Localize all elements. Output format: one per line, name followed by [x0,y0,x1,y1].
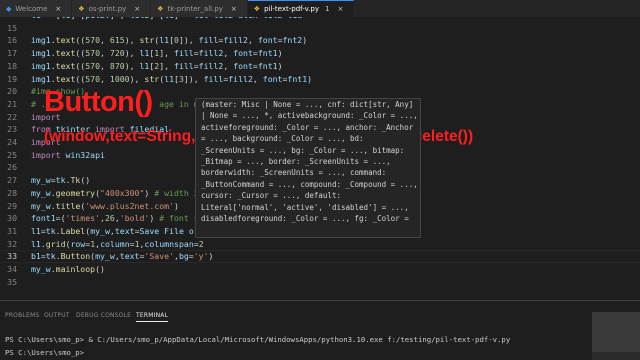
code-text: my_w=tk.Tk() [31,175,91,186]
hover-signature-line: cursor: _Cursor = ..., default: [201,191,341,201]
code-text: img1.text((570, 615), str(l1[0]), fill=f… [31,35,308,46]
hover-signature-line: Literal['normal', 'active', 'disabled'] … [201,202,409,212]
line-number: 18 [7,60,17,71]
hover-signature-line: (master: Misc | None = ..., cnf: dict[st… [201,100,414,109]
line-number: 22 [7,111,17,122]
line-number: 24 [7,137,17,147]
terminal-line-command: PS C:\Users\smo_p> & C:/Users/smo_p/AppD… [5,335,511,344]
line-number: 30 [7,213,17,224]
line-number: 16 [7,35,17,46]
line-number: 21 [7,98,17,109]
code-text: img1.text((570, 720), l1[1], fill=fill2,… [31,48,283,59]
code-text: import win32api [31,149,105,160]
code-line[interactable]: 19 img1.text((570, 1000), str(l1[3]), fil… [0,73,640,86]
terminal-line-prompt[interactable]: PS C:\Users\smo_p> [5,348,84,357]
close-icon[interactable]: × [231,5,237,13]
hover-signature-line: _ButtonCommand = ..., compound: _Compoun… [201,179,418,189]
line-number: 23 [7,124,17,135]
line-number: 28 [7,187,17,198]
code-line[interactable]: 17 img1.text((570, 720), l1[1], fill=fill… [0,47,640,60]
hover-signature-line: _ScreenUnits = ..., bg: _Color = ..., bi… [201,145,405,155]
panel-tabs: PROBLEMS OUTPUT DEBUG CONSOLE TERMINAL [0,301,640,328]
line-number: 26 [7,162,17,173]
line-number: 33 [7,251,17,262]
code-line[interactable]: 15 [0,22,640,35]
editor-tab-label: os-print.py [88,4,127,13]
webcam-thumbnail [592,312,640,360]
code-line[interactable]: 18 img1.text((570, 870), l1[2], fill=fill… [0,60,640,73]
hover-signature-line: activeforeground: _Color = ..., anchor: … [201,122,414,132]
hover-signature-line: = ..., background: _Color = ..., bd: [201,134,364,144]
line-number: 25 [7,149,17,160]
code-text: my_w.geometry("400x300") # width x [31,187,199,198]
editor-tab-label: pil-text-pdf-v.py [264,5,319,13]
code-line[interactable]: 35 [0,276,640,289]
code-text: img1.text((570, 1000), str(l1[3]), fill=… [31,73,313,84]
modified-count: 1 [324,5,330,13]
vscode-icon: ◆ [6,4,12,13]
line-number: 20 [7,86,17,97]
line-number: 29 [7,200,17,211]
close-icon[interactable]: × [337,5,343,13]
editor-tab-bar: ◆ Welcome × ❖ os-print.py × ❖ tk-printer_all.py… [0,0,640,17]
code-text: img1.text((570, 870), l1[2], fill=fill2,… [31,60,283,71]
hover-signature-line: | None = ..., *, activebackground: _Colo… [201,111,418,121]
line-number: 35 [7,276,17,287]
editor-tab-label: Welcome [15,4,48,13]
code-line[interactable]: 32 l1.grid(row=1,column=1,columnspan=2 [0,238,640,251]
editor-tab[interactable]: ❖ pil-text-pdf-v.py 1 × [247,0,355,17]
line-number: 32 [7,238,17,249]
line-number: 17 [7,48,17,59]
editor-tab[interactable]: ◆ Welcome × [0,0,73,17]
hover-signature-line: _Bitmap = ..., border: _ScreenUnits = ..… [201,156,391,166]
line-number: 31 [7,225,17,236]
editor-tab[interactable]: ❖ os-print.py × [72,0,152,17]
tab-terminal[interactable]: TERMINAL [136,312,169,322]
line-number: 34 [7,264,17,274]
hover-signature-line: disabledforeground: _Color = ..., fg: _C… [201,213,409,223]
close-icon[interactable]: × [134,5,140,13]
python-icon: ❖ [157,4,164,13]
line-number: 19 [7,73,17,84]
code-text: my_w.mainloop() [31,264,105,274]
tab-problems[interactable]: PROBLEMS [5,312,39,319]
code-text: b1=tk.Button(my_w,text='Save',bg='y') [31,251,214,262]
line-number: 27 [7,175,17,186]
tab-output[interactable]: OUTPUT [44,312,70,319]
python-icon: ❖ [78,4,85,13]
annotation-title: Button() [44,86,153,118]
bottom-panel: PROBLEMS OUTPUT DEBUG CONSOLE TERMINAL P… [0,300,640,360]
signature-hover-popup: (master: Misc | None = ..., cnf: dict[st… [195,98,421,238]
tab-debug-console[interactable]: DEBUG CONSOLE [76,312,131,319]
editor-tab[interactable]: ❖ tk-printer_all.py × [151,0,248,17]
code-text: font1=('times',26,'bold') # font st [31,213,204,224]
line-number: 15 [7,22,17,33]
code-text: l1.grid(row=1,column=1,columnspan=2 [31,238,204,249]
code-text: my_w.title('www.plus2net.com') [31,200,179,211]
code-text: l1=tk.Label(my_w,text=Save File or [31,225,199,236]
close-icon[interactable]: × [55,5,61,13]
code-line[interactable]: 33 b1=tk.Button(my_w,text='Save',bg='y') [0,250,640,263]
code-line[interactable]: 34 my_w.mainloop() [0,263,640,276]
code-line[interactable]: 16 img1.text((570, 615), str(l1[0]), fill… [0,34,640,47]
hover-signature-line: borderwidth: _ScreenUnits = ..., command… [201,168,387,178]
editor-tab-label: tk-printer_all.py [167,4,223,13]
python-icon: ❖ [253,5,261,13]
